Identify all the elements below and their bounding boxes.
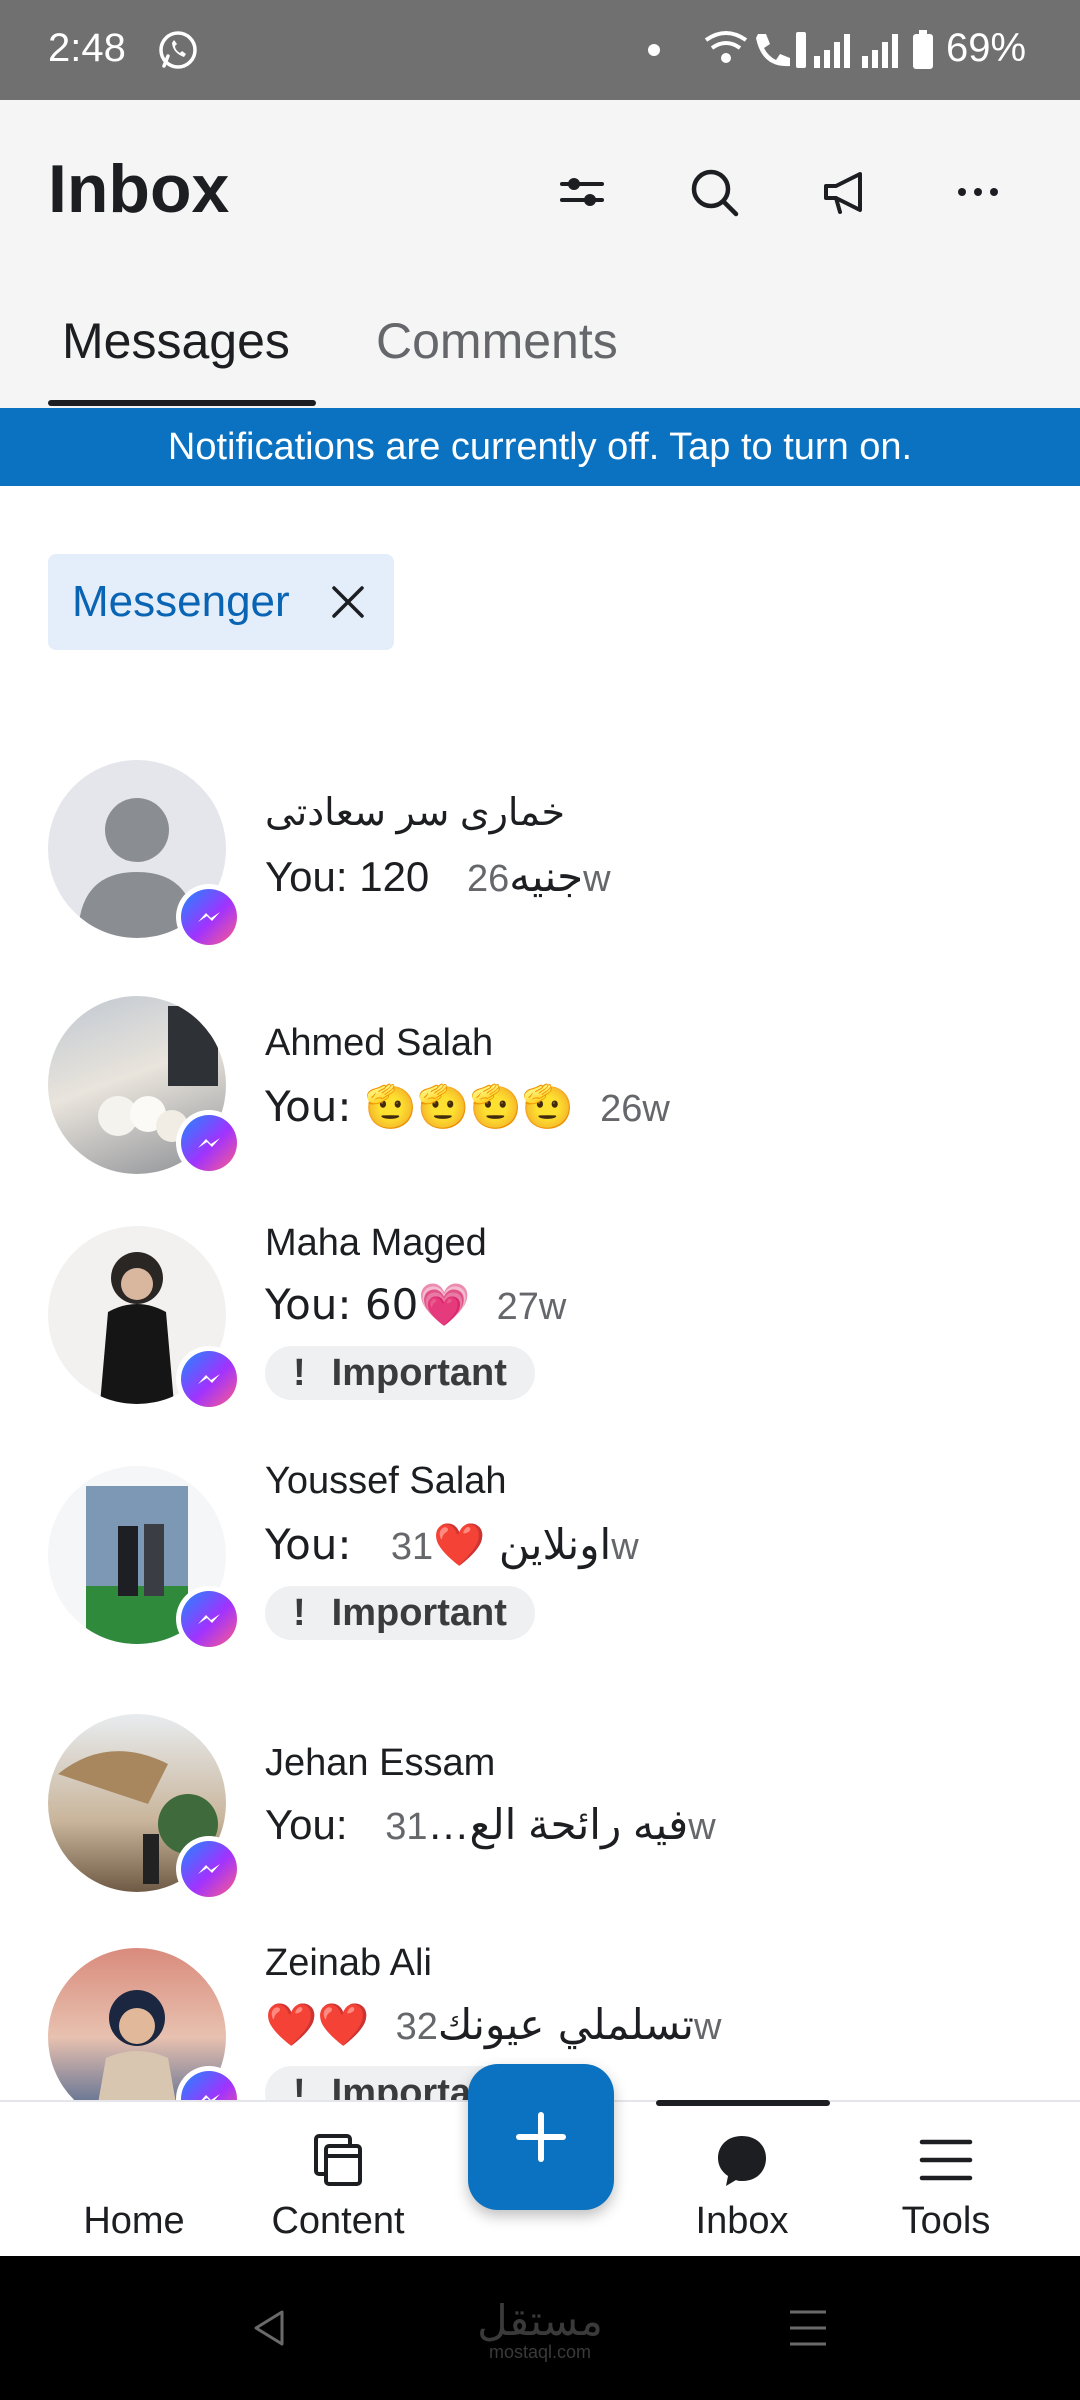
filter-chip-label: Messenger [72, 577, 290, 626]
tab-messages[interactable]: Messages [62, 312, 290, 370]
tab-comments[interactable]: Comments [376, 312, 618, 370]
messenger-icon [198, 912, 220, 922]
preview-text: You: 🫡🫡🫡🫡 [265, 1082, 575, 1131]
contact-name: Ahmed Salah [265, 1022, 494, 1064]
nav-inbox[interactable]: Inbox [642, 2102, 842, 2258]
contact-name: Zeinab Ali [265, 1942, 432, 1984]
active-nav-indicator [656, 2100, 830, 2106]
search-icon[interactable] [684, 162, 744, 222]
preview-text: You: اونلاين ❤️ [265, 1520, 612, 1569]
inbox-chat-icon [718, 2136, 766, 2186]
status-bar: 2:48 69% [0, 0, 1080, 100]
important-mark: ! [293, 1351, 306, 1394]
important-label[interactable]: ! Important [265, 1586, 535, 1640]
messenger-icon [201, 2094, 220, 2100]
message-time: 26w [600, 1088, 670, 1130]
content-icon [314, 2134, 362, 2186]
notifications-banner-text: Notifications are currently off. Tap to … [167, 425, 913, 468]
important-mark: ! [293, 2071, 306, 2101]
notification-dot [648, 44, 660, 56]
nav-content[interactable]: Content [238, 2102, 438, 2258]
nav-content-label: Content [271, 2200, 405, 2242]
message-preview: You: فيه رائحة الع…31w [265, 1800, 716, 1849]
notifications-off-banner[interactable]: Notifications are currently off. Tap to … [0, 408, 1080, 486]
plus-icon [516, 2112, 566, 2162]
contact-name: Maha Maged [265, 1222, 487, 1264]
message-preview: ❤️❤️تسلملي عيونك32w [265, 2000, 721, 2050]
message-preview: You: اونلاين ❤️31w [265, 1520, 639, 1570]
battery-percent: 69% [946, 26, 1027, 70]
watermark-url: mostaql.com [488, 2342, 592, 2362]
system-navigation-bar: مستقل mostaql.com [0, 2256, 1080, 2400]
conversation-row[interactable]: خمارى سر سعادتى You: 120 جنيه26w [0, 740, 1080, 950]
status-time: 2:48 [48, 26, 126, 70]
nav-tools-label: Tools [901, 2200, 991, 2242]
back-icon[interactable] [248, 2306, 292, 2350]
contact-name: Youssef Salah [265, 1460, 507, 1502]
create-button[interactable] [468, 2064, 614, 2210]
nav-tools[interactable]: Tools [846, 2102, 1046, 2258]
preview-text: You: 120 جنيه [265, 853, 584, 900]
nav-home[interactable]: Home [34, 2102, 234, 2258]
important-text: Important [331, 1351, 507, 1394]
messenger-badge [176, 884, 242, 950]
contact-name: خمارى سر سعادتى [265, 792, 565, 834]
conversation-row[interactable]: Maha Maged You: 60💗 27w ! Important [0, 1150, 1080, 1412]
messenger-icon [198, 1614, 220, 1624]
preview-text: You: فيه رائحة الع… [265, 1801, 689, 1848]
contact-name: Jehan Essam [265, 1742, 496, 1784]
inbox-header: Inbox Messages Comments [0, 100, 1080, 408]
preview-text: ❤️❤️تسلملي عيونك [265, 2000, 694, 2049]
message-preview: You: 🫡🫡🫡🫡 26w [265, 1082, 670, 1132]
filter-sliders-icon[interactable] [552, 162, 612, 222]
message-preview: You: 60💗 27w [265, 1280, 566, 1330]
nav-inbox-label: Inbox [695, 2200, 789, 2242]
important-text: Important [331, 1591, 507, 1634]
important-mark: ! [293, 1591, 306, 1634]
message-preview: You: 120 جنيه26w [265, 852, 611, 901]
battery-icon [913, 30, 933, 69]
conversation-row[interactable]: Youssef Salah You: اونلاين ❤️31w ! Import… [0, 1390, 1080, 1660]
menu-icon [919, 2139, 973, 2181]
messenger-badge [176, 1586, 242, 1652]
preview-text: You: 60💗 [265, 1280, 471, 1329]
conversation-row[interactable]: Jehan Essam You: فيه رائحة الع…31w [0, 1660, 1080, 1902]
close-icon[interactable] [328, 582, 368, 622]
active-tab-indicator [48, 400, 316, 406]
more-options-icon[interactable] [948, 162, 1008, 222]
messenger-filter-chip[interactable]: Messenger [48, 554, 394, 650]
watermark-logo: مستقل [477, 2297, 603, 2344]
signal-wifi-icons [704, 31, 898, 68]
recent-apps-icon[interactable] [788, 2306, 828, 2350]
nav-home-label: Home [83, 2200, 185, 2242]
whatsapp-notification-icon [159, 31, 197, 69]
megaphone-icon[interactable] [816, 162, 876, 222]
conversation-list[interactable]: خمارى سر سعادتى You: 120 جنيه26w Ahmed S… [0, 740, 1080, 2100]
page-title: Inbox [48, 151, 230, 227]
message-time: 27w [496, 1286, 567, 1328]
conversation-row[interactable]: Ahmed Salah You: 🫡🫡🫡🫡 26w [0, 950, 1080, 1176]
